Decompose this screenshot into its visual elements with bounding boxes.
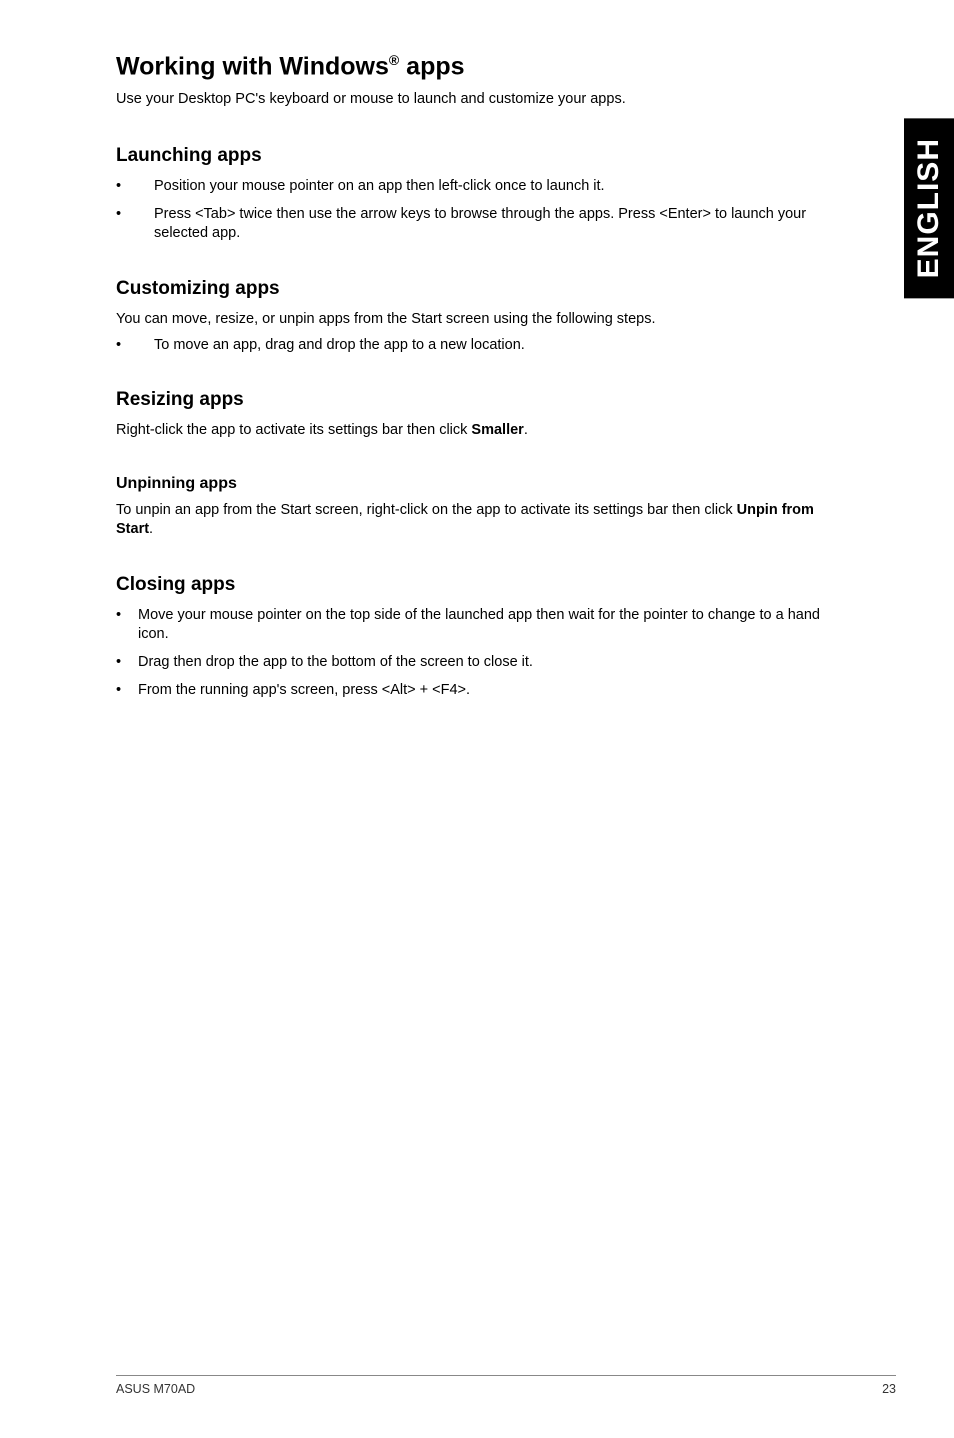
list-item: From the running app's screen, press <Al… bbox=[116, 681, 838, 701]
resizing-heading: Resizing apps bbox=[116, 389, 838, 411]
launching-heading: Launching apps bbox=[116, 145, 838, 167]
title-sup: ® bbox=[389, 52, 399, 68]
customizing-body: You can move, resize, or unpin apps from… bbox=[116, 310, 838, 330]
resizing-body-bold: Smaller bbox=[471, 422, 523, 438]
unpinning-body-post: . bbox=[149, 521, 153, 537]
resizing-body-pre: Right-click the app to activate its sett… bbox=[116, 422, 471, 438]
unpinning-body-pre: To unpin an app from the Start screen, r… bbox=[116, 502, 737, 518]
footer-left: ASUS M70AD bbox=[116, 1382, 195, 1396]
language-tab: ENGLISH bbox=[904, 118, 954, 298]
unpinning-heading: Unpinning apps bbox=[116, 475, 838, 493]
customizing-section: Customizing apps You can move, resize, o… bbox=[116, 278, 838, 355]
closing-heading: Closing apps bbox=[116, 574, 838, 596]
list-item: Drag then drop the app to the bottom of … bbox=[116, 653, 838, 673]
title-pre: Working with Windows bbox=[116, 52, 389, 80]
unpinning-body: To unpin an app from the Start screen, r… bbox=[116, 501, 838, 540]
customizing-heading: Customizing apps bbox=[116, 278, 838, 300]
title-post: apps bbox=[399, 52, 464, 80]
footer-page-number: 23 bbox=[882, 1382, 896, 1396]
closing-section: Closing apps Move your mouse pointer on … bbox=[116, 574, 838, 700]
page-title: Working with Windows® apps bbox=[116, 52, 838, 81]
resizing-section: Resizing apps Right-click the app to act… bbox=[116, 389, 838, 441]
list-item: Position your mouse pointer on an app th… bbox=[116, 177, 838, 197]
list-item: Move your mouse pointer on the top side … bbox=[116, 606, 838, 645]
resizing-body: Right-click the app to activate its sett… bbox=[116, 421, 838, 441]
page-footer: ASUS M70AD 23 bbox=[116, 1375, 896, 1396]
launching-section: Launching apps Position your mouse point… bbox=[116, 145, 838, 244]
intro-text: Use your Desktop PC's keyboard or mouse … bbox=[116, 91, 838, 107]
list-item: Press <Tab> twice then use the arrow key… bbox=[116, 205, 838, 244]
unpinning-section: Unpinning apps To unpin an app from the … bbox=[116, 475, 838, 540]
list-item: To move an app, drag and drop the app to… bbox=[116, 336, 838, 356]
page-content: Working with Windows® apps Use your Desk… bbox=[0, 0, 954, 700]
resizing-body-post: . bbox=[524, 422, 528, 438]
